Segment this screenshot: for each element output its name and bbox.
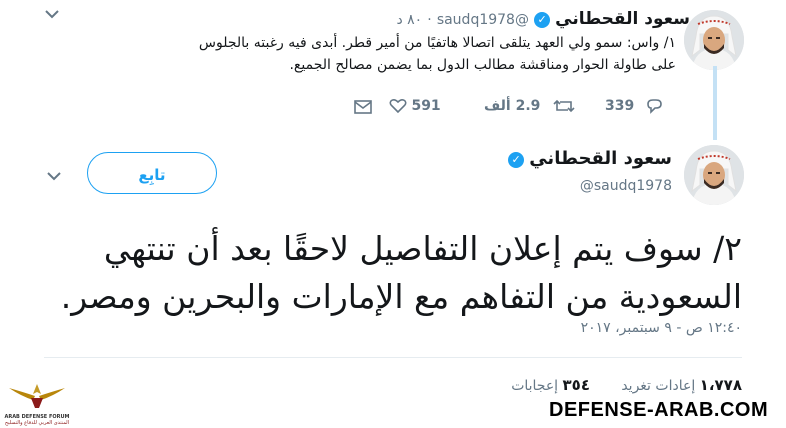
avatar-image [684, 145, 744, 205]
tweet-time[interactable]: ٨٠ د [396, 12, 422, 28]
logo-subtext: المنتدى العربي للدفاع والتسليح [4, 420, 70, 426]
dm-button[interactable] [353, 99, 373, 119]
author-handle[interactable]: @saudq1978 [437, 12, 529, 28]
tweet-text: ١/ واس: سمو ولي العهد يتلقى اتصالا هاتفي… [66, 32, 676, 76]
tweet-text-line: على طاولة الحوار ومناقشة مطالب الدول بما… [289, 57, 676, 73]
retweet-button[interactable]: 2.9 ألف [484, 98, 575, 114]
follow-button[interactable]: تابِع [87, 152, 217, 194]
chevron-down-icon[interactable] [44, 8, 60, 24]
retweet-icon [553, 99, 575, 113]
like-button[interactable]: 591 [389, 98, 441, 114]
reply-count: 339 [605, 98, 635, 114]
separator-dot: · [427, 12, 432, 28]
retweets-count: ١،٧٧٨ [699, 376, 742, 394]
chevron-down-icon[interactable] [46, 170, 62, 186]
tweet-text-line: ٢/ سوف يتم إعلان التفاصيل لاحقًا بعد أن … [103, 229, 742, 268]
author-name[interactable]: سعود القحطاني [529, 148, 672, 169]
envelope-icon [354, 100, 372, 114]
retweets-stat[interactable]: ١،٧٧٨ إعادات تغريد [621, 376, 742, 394]
avatar-image [684, 10, 744, 70]
forum-logo: ARAB DEFENSE FORUM المنتدى العربي للدفاع… [4, 380, 70, 426]
reply-button[interactable]: 339 [605, 98, 663, 114]
author-handle[interactable]: @saudq1978 [580, 178, 672, 194]
avatar[interactable] [684, 10, 744, 70]
like-count: 591 [411, 98, 441, 114]
tweet-text-line: السعودية من التفاهم مع الإمارات والبحرين… [60, 277, 742, 316]
site-watermark: DEFENSE-ARAB.COM [549, 399, 769, 421]
divider [44, 357, 742, 358]
tweet-text-line: ١/ واس: سمو ولي العهد يتلقى اتصالا هاتفي… [198, 35, 676, 51]
heart-icon [389, 98, 407, 114]
verified-badge-icon: ✓ [508, 151, 525, 168]
reply-icon [646, 99, 662, 114]
thread-connector [713, 66, 717, 140]
verified-badge-icon: ✓ [534, 11, 551, 28]
author-name[interactable]: سعود القحطاني [555, 9, 690, 29]
likes-stat[interactable]: ٣٥٤ إعجابات [511, 376, 590, 394]
likes-label: إعجابات [511, 378, 559, 394]
tweet-text: ٢/ سوف يتم إعلان التفاصيل لاحقًا بعد أن … [42, 225, 742, 321]
retweet-count: 2.9 ألف [484, 98, 541, 114]
likes-count: ٣٥٤ [562, 376, 590, 394]
retweets-label: إعادات تغريد [621, 378, 696, 394]
eagle-logo-icon [9, 384, 65, 408]
avatar[interactable] [684, 145, 744, 205]
tweet-timestamp[interactable]: ١٢:٤٠ ص - ٩ سبتمبر، ٢٠١٧ [581, 320, 742, 336]
